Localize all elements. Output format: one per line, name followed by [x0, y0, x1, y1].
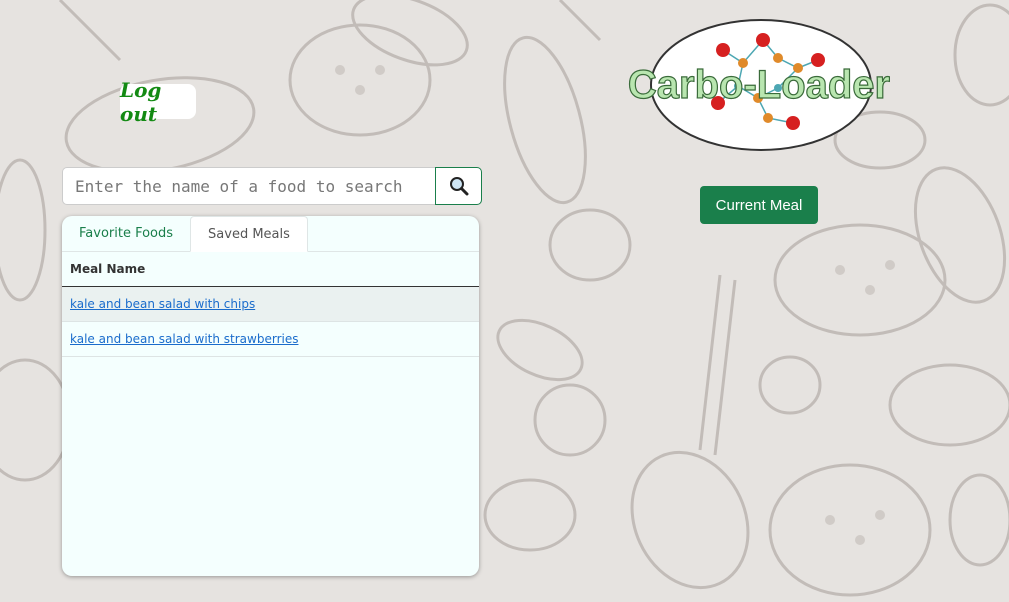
- table-cell: kale and bean salad with strawberries: [62, 321, 479, 357]
- current-meal-button[interactable]: Current Meal: [700, 186, 818, 224]
- meal-link[interactable]: kale and bean salad with chips: [70, 297, 255, 311]
- magnifier-icon: [449, 177, 468, 196]
- meal-link[interactable]: kale and bean salad with strawberries: [70, 332, 298, 346]
- table-cell: kale and bean salad with chips: [62, 286, 479, 322]
- table-row: kale and bean salad with strawberries: [62, 321, 479, 357]
- search-bar: [62, 167, 482, 205]
- saved-meals-table: Meal Name kale and bean salad with chips…: [62, 252, 479, 357]
- logo-text: Carbo-Loader: [628, 63, 890, 107]
- tab-saved-meals[interactable]: Saved Meals: [190, 216, 308, 252]
- saved-meals-panel: Favorite Foods Saved Meals Meal Name kal…: [62, 216, 479, 576]
- panel-tabs: Favorite Foods Saved Meals: [62, 216, 479, 252]
- search-button[interactable]: [435, 167, 482, 205]
- meal-name-column-header: Meal Name: [62, 252, 479, 287]
- carbo-loader-logo: Carbo-Loader: [628, 19, 890, 151]
- tab-favorite-foods[interactable]: Favorite Foods: [62, 216, 190, 251]
- logout-button[interactable]: Log out: [120, 78, 196, 126]
- table-row: kale and bean salad with chips: [62, 286, 479, 322]
- food-search-input[interactable]: [62, 167, 435, 205]
